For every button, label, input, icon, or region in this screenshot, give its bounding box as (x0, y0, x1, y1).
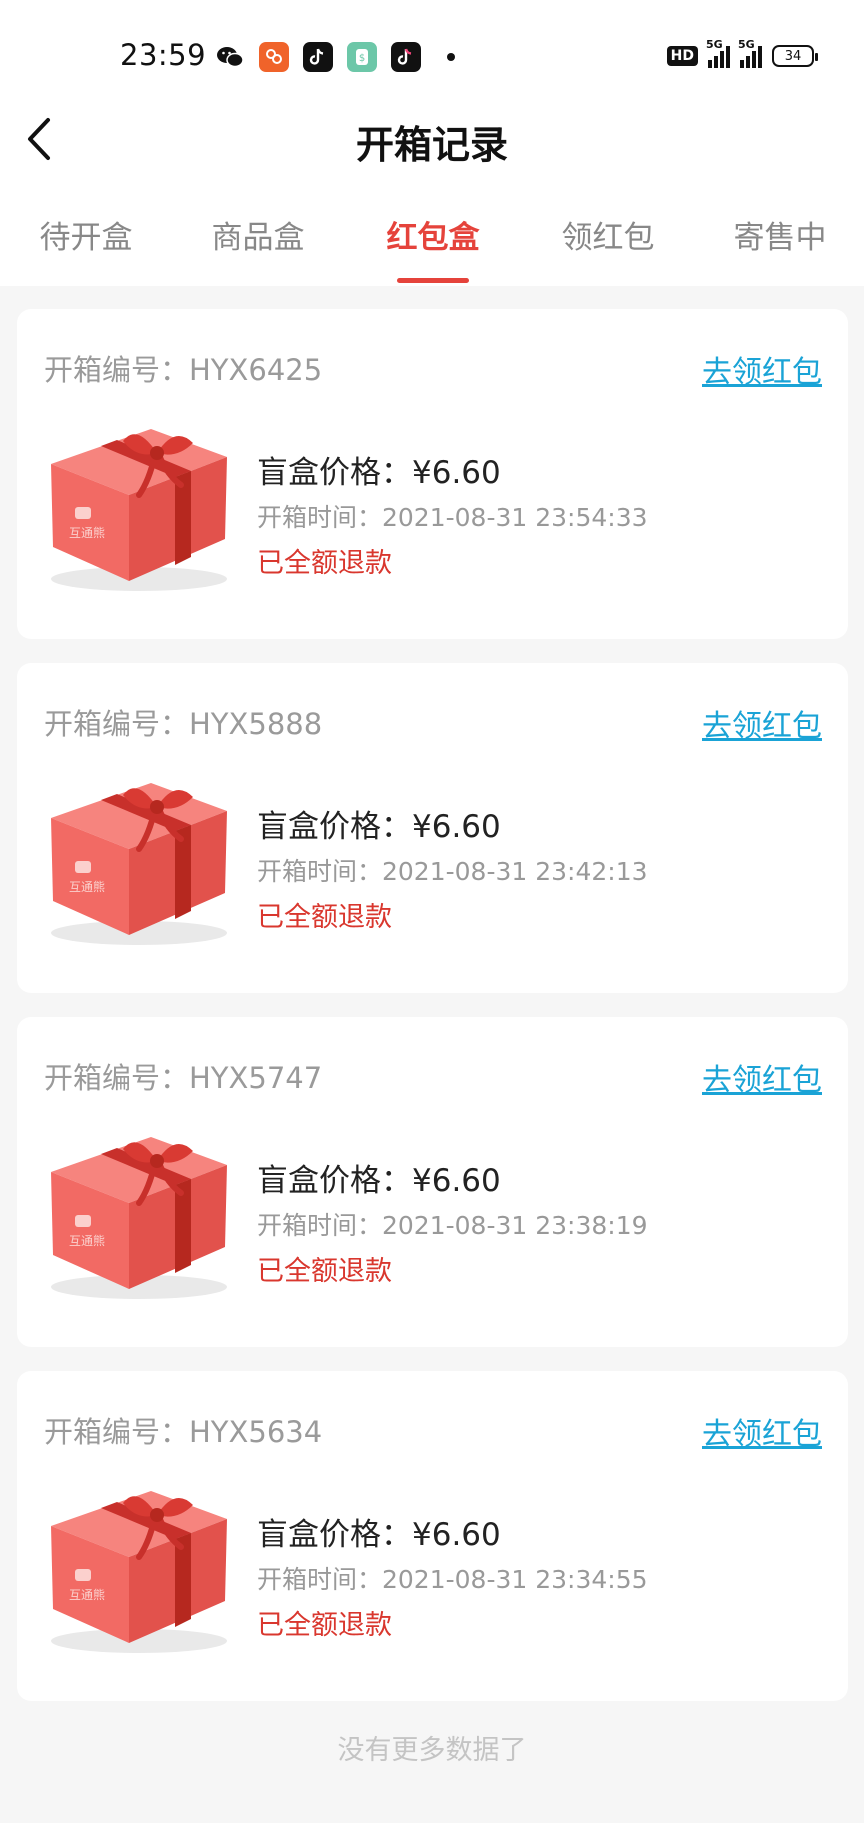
tab-goods[interactable]: 商品盒 (212, 212, 305, 257)
status-time: 23:59 (120, 38, 207, 72)
gift-box-image: 互通熊 (51, 783, 227, 945)
tab-red-packet-box[interactable]: 红包盒 (387, 212, 480, 257)
record-card: 开箱编号：HYX5888 去领红包 互通熊 盲盒价格：¥6.60 开箱时间：20… (17, 663, 848, 993)
signal-icon-1: 5G (706, 38, 730, 68)
box-number: 开箱编号：HYX5747 (44, 1061, 323, 1095)
gift-box-image: 互通熊 (51, 1137, 227, 1299)
system-indicators: HD 5G 5G 34 (666, 38, 818, 68)
gift-box-image: 互通熊 (51, 1491, 227, 1653)
gift-box-logo-text: 互通熊 (69, 1233, 105, 1248)
top-panel: 23:59 $ HD 5G 5G 34 开箱记录 待开盒 商品盒 红包盒 领红包… (0, 0, 864, 286)
active-tab-indicator (397, 278, 469, 283)
signal-icon-2: 5G (738, 38, 762, 68)
page-title: 开箱记录 (355, 123, 508, 167)
claim-red-packet-link[interactable]: 去领红包 (702, 347, 822, 391)
more-notifications-dot (447, 53, 455, 61)
notification-icons: $ (215, 42, 455, 72)
svg-text:$: $ (359, 53, 365, 64)
tiktok-icon-2 (391, 42, 421, 72)
open-time: 开箱时间：2021-08-31 23:54:33 (257, 503, 648, 532)
tab-consignment[interactable]: 寄售中 (734, 212, 827, 257)
tab-pending[interactable]: 待开盒 (40, 212, 133, 257)
gift-box-logo-text: 互通熊 (69, 525, 105, 540)
refund-status: 已全额退款 (257, 1256, 392, 1287)
record-card: 开箱编号：HYX6425 去领红包 互通熊 盲盒价格：¥6.60 开箱时间：20… (17, 309, 848, 639)
box-number: 开箱编号：HYX6425 (44, 353, 323, 387)
open-time: 开箱时间：2021-08-31 23:38:19 (257, 1211, 648, 1240)
tab-bar: 待开盒 商品盒 红包盒 领红包 寄售中 (0, 212, 864, 286)
claim-red-packet-link[interactable]: 去领红包 (702, 701, 822, 745)
claim-red-packet-link[interactable]: 去领红包 (702, 1409, 822, 1453)
tiktok-icon-1 (303, 42, 333, 72)
refund-status: 已全额退款 (257, 902, 392, 933)
record-card: 开箱编号：HYX5747 去领红包 互通熊 盲盒价格：¥6.60 开箱时间：20… (17, 1017, 848, 1347)
box-price: 盲盒价格：¥6.60 (257, 455, 501, 491)
gift-box-logo-text: 互通熊 (69, 1587, 105, 1602)
battery-icon: 34 (772, 45, 818, 67)
record-card: 开箱编号：HYX5634 去领红包 互通熊 盲盒价格：¥6.60 开箱时间：20… (17, 1371, 848, 1701)
wechat-icon (215, 42, 245, 72)
no-more-data-text: 没有更多数据了 (337, 1735, 527, 1766)
claim-red-packet-link[interactable]: 去领红包 (702, 1055, 822, 1099)
box-price: 盲盒价格：¥6.60 (257, 1163, 501, 1199)
box-number: 开箱编号：HYX5888 (44, 707, 323, 741)
box-number: 开箱编号：HYX5634 (44, 1415, 323, 1449)
hd-icon: HD (666, 46, 698, 66)
refund-status: 已全额退款 (257, 548, 392, 579)
nav-bar: 开箱记录 (0, 100, 864, 180)
status-bar: 23:59 $ HD 5G 5G 34 (0, 0, 864, 110)
gift-box-image: 互通熊 (51, 429, 227, 591)
gift-box-logo-text: 互通熊 (69, 879, 105, 894)
box-price: 盲盒价格：¥6.60 (257, 1517, 501, 1553)
green-app-icon: $ (347, 42, 377, 72)
box-price: 盲盒价格：¥6.60 (257, 809, 501, 845)
tab-claim-red-packet[interactable]: 领红包 (562, 212, 655, 257)
app-icon-orange (259, 42, 289, 72)
refund-status: 已全额退款 (257, 1610, 392, 1641)
open-time: 开箱时间：2021-08-31 23:42:13 (257, 857, 648, 886)
open-time: 开箱时间：2021-08-31 23:34:55 (257, 1565, 648, 1594)
